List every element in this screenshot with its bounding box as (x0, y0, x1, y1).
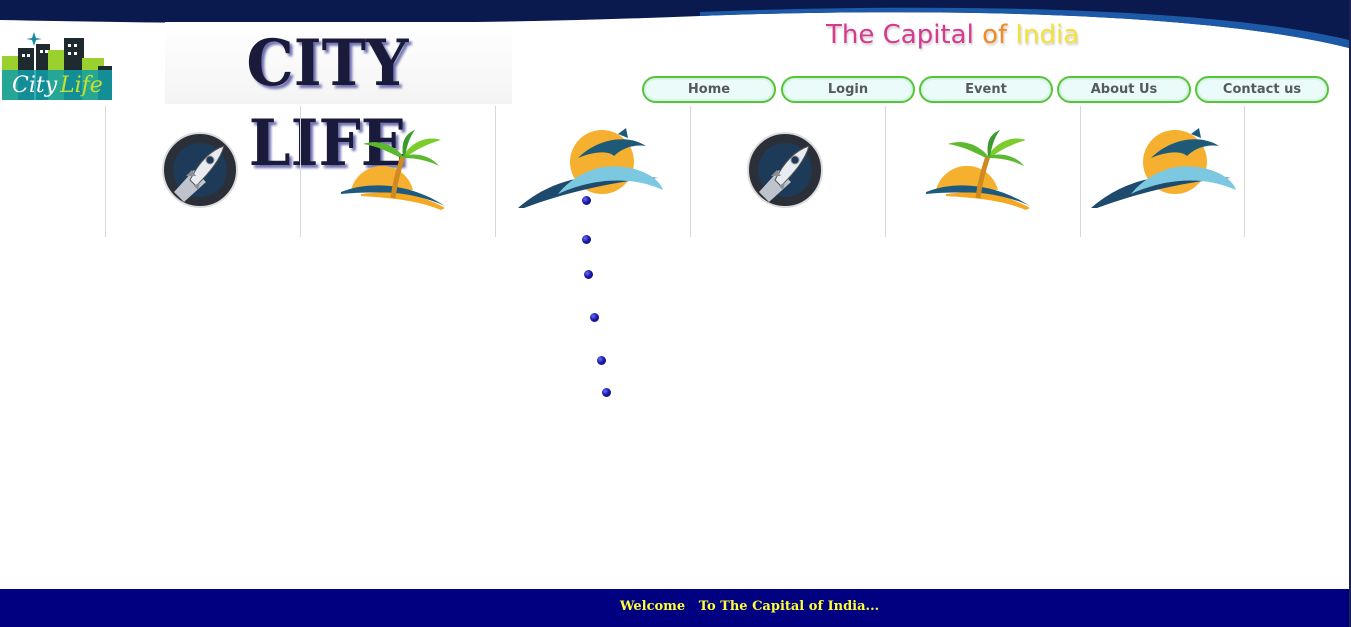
tagline-part-2: of (982, 20, 1016, 50)
gallery-item[interactable] (690, 106, 885, 237)
rocket-badge-icon (747, 132, 823, 208)
palm-island-icon (341, 130, 445, 210)
tagline-part-3: India (1015, 20, 1080, 50)
tagline-part-1: The Capital (826, 20, 983, 50)
nav-event-button[interactable]: Event (919, 76, 1053, 103)
gallery-item[interactable] (300, 106, 495, 237)
site-header: City Life CITY LIFE The Capital of India… (0, 0, 1349, 181)
decorative-dot (602, 388, 611, 397)
nav-about-us-button[interactable]: About Us (1057, 76, 1191, 103)
footer-welcome-text: Welcome To The Capital of India... (619, 599, 880, 614)
decorative-dot (582, 196, 591, 205)
decorative-dot (582, 235, 591, 244)
gallery-item[interactable] (1080, 106, 1245, 237)
brand-banner: CITY LIFE (165, 22, 512, 181)
city-skyline-icon: City Life (2, 32, 112, 100)
city-life-logo[interactable]: City Life (0, 28, 115, 102)
palm-island-icon (926, 130, 1030, 210)
dolphin-wave-icon (1091, 128, 1236, 208)
gallery-item[interactable] (495, 106, 690, 237)
decorative-dot (584, 270, 593, 279)
rocket-badge-icon (162, 132, 238, 208)
gallery-item[interactable] (105, 106, 300, 237)
site-footer: Welcome To The Capital of India... (0, 589, 1349, 627)
svg-text:Life: Life (59, 73, 103, 98)
decorative-dot (597, 356, 606, 365)
tagline: The Capital of India (826, 18, 1079, 52)
gallery-item[interactable] (885, 106, 1080, 237)
logo-wordmark: City (12, 73, 58, 98)
decorative-dot (590, 313, 599, 322)
falling-dots-animation (0, 0, 611, 397)
nav-login-button[interactable]: Login (781, 76, 915, 103)
nav-contact-us-button[interactable]: Contact us (1195, 76, 1329, 103)
nav-home-button[interactable]: Home (642, 76, 776, 103)
